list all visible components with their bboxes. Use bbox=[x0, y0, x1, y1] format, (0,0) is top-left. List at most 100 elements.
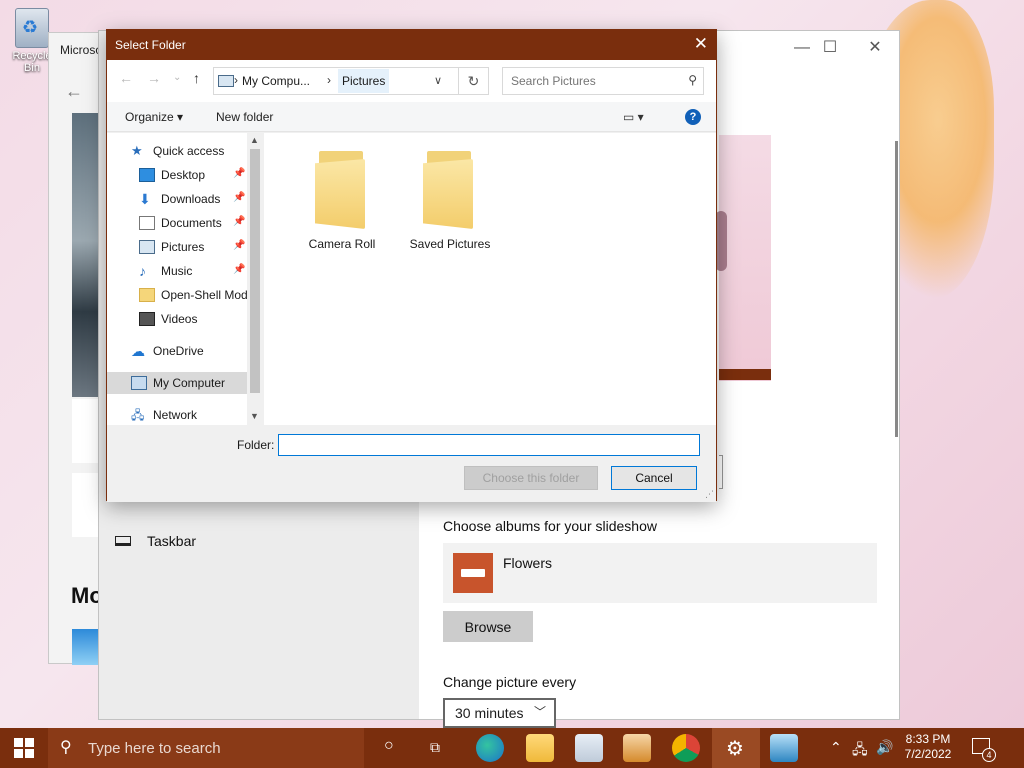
settings-scrollbar[interactable] bbox=[895, 141, 898, 437]
album-item[interactable]: Flowers bbox=[443, 543, 877, 603]
search-input[interactable] bbox=[503, 68, 683, 94]
folder-icon bbox=[139, 288, 155, 302]
sidebar-item-quick-access[interactable]: ★ Quick access bbox=[107, 140, 247, 162]
new-folder-button[interactable]: New folder bbox=[216, 110, 273, 124]
address-bar[interactable]: › My Compu... › Pictures ∨ ↻ bbox=[213, 67, 489, 95]
help-icon[interactable]: ? bbox=[685, 109, 701, 125]
sidebar-item-documents[interactable]: Documents 📌 bbox=[107, 212, 247, 234]
pictures-icon bbox=[139, 240, 155, 254]
taskbar-search[interactable]: ⚲ Type here to search bbox=[48, 728, 364, 768]
media-player-icon[interactable] bbox=[623, 734, 651, 762]
back-icon[interactable]: ← bbox=[119, 70, 133, 86]
recycle-bin-label: Recycle Bin bbox=[12, 50, 52, 74]
nav-scrollbar[interactable]: ▲ ▼ bbox=[247, 133, 263, 425]
folder-item[interactable]: Camera Roll bbox=[292, 151, 392, 251]
search-box[interactable]: ⚲ bbox=[502, 67, 704, 95]
search-icon[interactable]: ⚲ bbox=[688, 73, 697, 87]
pin-icon: 📌 bbox=[233, 240, 246, 251]
navigation-pane[interactable]: 🖧 Network My Computer ☁ OneDrive Videos Open-S… bbox=[107, 133, 263, 425]
close-icon[interactable]: ✕ bbox=[694, 34, 708, 54]
star-icon: ★ bbox=[131, 143, 143, 158]
organize-button[interactable]: Organize ▾ bbox=[125, 110, 183, 124]
dialog-title: Select Folder bbox=[115, 38, 186, 52]
select-folder-dialog[interactable]: Select Folder ✕ ← → ⌄ ↑ › My Compu... › … bbox=[106, 29, 717, 502]
navigation-bar: ← → ⌄ ↑ › My Compu... › Pictures ∨ ↻ ⚲ bbox=[107, 60, 716, 102]
up-icon[interactable]: ↑ bbox=[193, 70, 200, 86]
chevron-down-icon[interactable]: ∨ bbox=[434, 74, 442, 87]
album-name: Flowers bbox=[503, 555, 553, 571]
sidebar-item-label: OneDrive bbox=[153, 344, 204, 358]
resize-grip-icon[interactable]: ⋰ bbox=[705, 489, 714, 500]
notification-badge: 4 bbox=[982, 748, 996, 762]
clock-time: 8:33 PM bbox=[905, 732, 951, 746]
folder-name: Saved Pictures bbox=[409, 237, 491, 251]
music-icon: ♪ bbox=[139, 263, 146, 279]
task-view-icon[interactable]: ⧉ bbox=[430, 739, 440, 756]
browse-button[interactable]: Browse bbox=[443, 611, 533, 642]
clock-date: 7/2/2022 bbox=[904, 747, 952, 761]
scroll-up-icon[interactable]: ▲ bbox=[250, 135, 259, 145]
taskbar-search-placeholder: Type here to search bbox=[88, 740, 221, 757]
sidebar-item-network[interactable]: 🖧 Network bbox=[107, 404, 247, 425]
sidebar-item-pictures[interactable]: Pictures 📌 bbox=[107, 236, 247, 258]
remote-desktop-icon[interactable] bbox=[770, 734, 798, 762]
folder-view[interactable]: Camera Roll Saved Pictures bbox=[264, 133, 716, 425]
chrome-icon[interactable] bbox=[672, 734, 700, 762]
network-icon[interactable]: 🖧 bbox=[852, 739, 868, 763]
sidebar-item-label: Documents bbox=[161, 216, 222, 230]
sidebar-item-onedrive[interactable]: ☁ OneDrive bbox=[107, 340, 247, 362]
dialog-titlebar[interactable]: Select Folder ✕ bbox=[107, 30, 716, 60]
back-arrow-icon[interactable]: ← bbox=[65, 81, 83, 102]
folder-icon bbox=[423, 151, 477, 229]
sidebar-item-open-shell-mod[interactable]: Open-Shell Mod bbox=[107, 284, 248, 306]
breadcrumb-my-computer[interactable]: My Compu... bbox=[242, 74, 310, 88]
sidebar-item-videos[interactable]: Videos bbox=[107, 308, 247, 330]
cancel-button[interactable]: Cancel bbox=[611, 466, 697, 490]
scroll-thumb[interactable] bbox=[250, 149, 260, 393]
desktop-icon bbox=[139, 168, 155, 182]
sidebar-item-desktop[interactable]: Desktop 📌 bbox=[107, 164, 247, 186]
close-icon[interactable]: ✕ bbox=[852, 35, 898, 61]
chevron-up-icon[interactable]: ⌃ bbox=[830, 739, 842, 756]
breadcrumb-separator[interactable]: › bbox=[234, 73, 238, 87]
interval-dropdown[interactable]: 30 minutes ﹀ bbox=[443, 698, 556, 728]
folder-item[interactable]: Saved Pictures bbox=[400, 151, 500, 251]
cloud-icon: ☁ bbox=[131, 343, 145, 359]
folder-name-input[interactable] bbox=[278, 434, 700, 456]
sidebar-item-taskbar[interactable]: Taskbar bbox=[115, 533, 196, 549]
breadcrumb-separator[interactable]: › bbox=[327, 73, 331, 87]
folder-label: Folder: bbox=[237, 438, 275, 452]
clock[interactable]: 8:33 PM 7/2/2022 bbox=[898, 732, 958, 762]
folder-icon bbox=[315, 151, 369, 229]
sidebar-item-downloads[interactable]: ⬇ Downloads 📌 bbox=[107, 188, 247, 210]
download-icon: ⬇ bbox=[139, 191, 151, 207]
sidebar-item-label: Taskbar bbox=[147, 533, 197, 549]
recent-locations-icon[interactable]: ⌄ bbox=[173, 72, 181, 83]
scroll-down-icon[interactable]: ▼ bbox=[250, 411, 259, 421]
recycle-bin-icon bbox=[15, 8, 49, 48]
view-options-icon[interactable]: ▭ ▾ bbox=[623, 110, 644, 124]
choose-folder-button[interactable]: Choose this folder bbox=[464, 466, 598, 490]
refresh-icon[interactable]: ↻ bbox=[458, 68, 488, 94]
choose-albums-label: Choose albums for your slideshow bbox=[443, 518, 657, 534]
file-explorer-icon[interactable] bbox=[526, 734, 554, 762]
pin-icon: 📌 bbox=[233, 264, 246, 275]
volume-icon[interactable]: 🔊 bbox=[876, 739, 893, 756]
hidden-button-edge[interactable] bbox=[719, 455, 723, 489]
sidebar-item-my-computer[interactable]: My Computer bbox=[107, 372, 247, 394]
pin-icon: 📌 bbox=[233, 216, 246, 227]
breadcrumb-pictures[interactable]: Pictures bbox=[338, 69, 390, 93]
store-icon[interactable] bbox=[575, 734, 603, 762]
cortana-icon[interactable]: ○ bbox=[384, 737, 394, 755]
forward-icon[interactable]: → bbox=[147, 70, 161, 86]
pin-icon: 📌 bbox=[233, 168, 246, 179]
windows-start-icon[interactable] bbox=[14, 738, 34, 758]
sidebar-item-label: Quick access bbox=[153, 144, 225, 158]
maximize-icon[interactable]: ☐ bbox=[807, 35, 853, 61]
sidebar-item-label: Desktop bbox=[161, 168, 206, 182]
video-icon bbox=[139, 312, 155, 326]
edge-icon[interactable] bbox=[476, 734, 504, 762]
chevron-down-icon: ﹀ bbox=[533, 705, 546, 719]
sidebar-item-music[interactable]: ♪ Music 📌 bbox=[107, 260, 247, 282]
settings-taskbar-button[interactable]: ⚙ bbox=[712, 728, 760, 768]
